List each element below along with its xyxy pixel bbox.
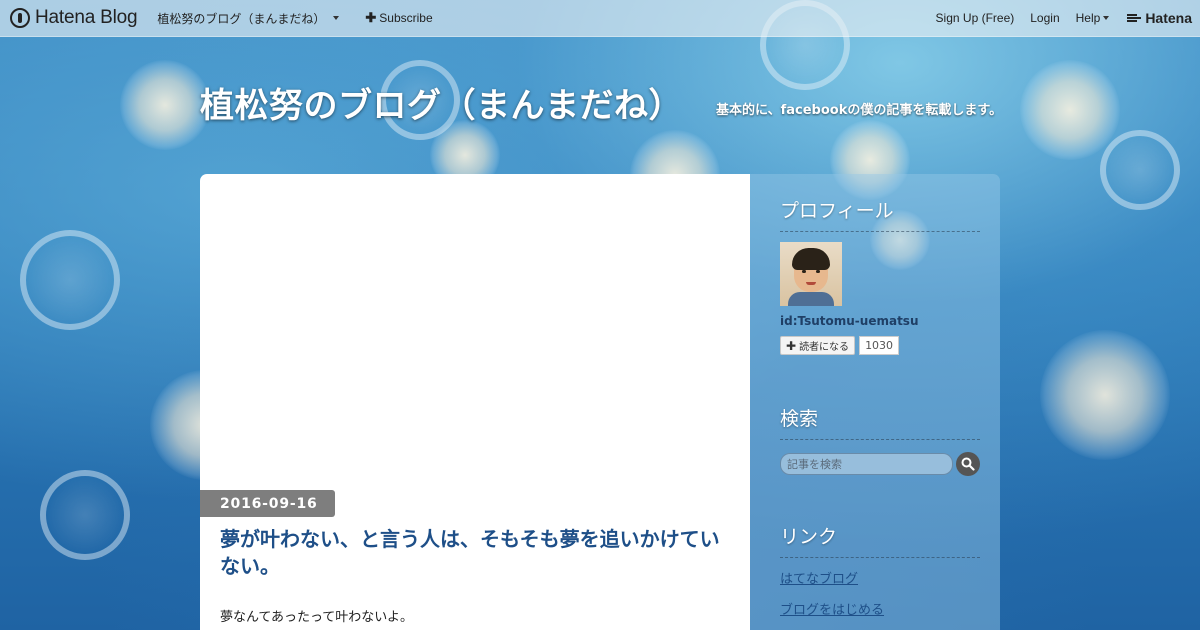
- bokeh-light: [40, 470, 130, 560]
- help-label: Help: [1075, 11, 1101, 25]
- subscribe-label: Subscribe: [379, 11, 433, 25]
- hatena-blog-logo-icon: [10, 8, 30, 28]
- bokeh-light: [20, 230, 120, 330]
- plus-icon: ✚: [365, 10, 377, 25]
- chevron-down-icon: [333, 16, 340, 20]
- bokeh-light: [1040, 330, 1170, 460]
- reader-row: ✚ 読者になる 1030: [780, 336, 980, 355]
- search-input[interactable]: [780, 453, 954, 475]
- profile-title: プロフィール: [780, 196, 980, 232]
- entry-date[interactable]: 2016-09-16: [200, 490, 335, 517]
- link-start-blog[interactable]: ブログをはじめる: [780, 599, 980, 618]
- login-link[interactable]: Login: [1030, 11, 1059, 25]
- entry-title[interactable]: 夢が叶わない、と言う人は、そもそも夢を追いかけていない。: [220, 526, 735, 580]
- sidebar: プロフィール id:Tsutomu-uematsu ✚ 読者になる 1030 検…: [750, 174, 1000, 630]
- subscribe-button[interactable]: ✚ Subscribe: [365, 10, 432, 26]
- hatena-logo[interactable]: Hatena: [1127, 10, 1192, 26]
- profile-user-id[interactable]: id:Tsutomu-uematsu: [780, 314, 980, 328]
- become-reader-button[interactable]: ✚ 読者になる: [780, 336, 856, 355]
- blog-title[interactable]: 植松努のブログ（まんまだね）: [200, 78, 683, 127]
- search-row: [780, 452, 980, 476]
- links-title: リンク: [780, 522, 980, 558]
- blog-selector-label: 植松努のブログ（まんまだね）: [157, 11, 326, 26]
- bokeh-light: [1020, 60, 1120, 160]
- become-reader-label: 読者になる: [799, 342, 850, 353]
- blog-description: 基本的に、facebookの僕の記事を転載します。: [716, 103, 1003, 118]
- navbar-right: Sign Up (Free) Login Help Hatena: [920, 10, 1192, 26]
- hatena-blog-logo[interactable]: Hatena Blog: [10, 7, 138, 29]
- link-hatena-blog[interactable]: はてなブログ: [780, 568, 980, 587]
- chevron-down-icon: [1103, 16, 1110, 20]
- plus-icon: ✚: [786, 338, 797, 353]
- global-navbar: Hatena Blog 植松努のブログ（まんまだね） ✚ Subscribe S…: [0, 0, 1200, 37]
- bokeh-light: [1100, 130, 1180, 210]
- search-button[interactable]: [956, 452, 980, 476]
- avatar[interactable]: [780, 242, 842, 306]
- search-title: 検索: [780, 404, 980, 440]
- links-module: リンク はてなブログ ブログをはじめる: [780, 522, 980, 618]
- bokeh-light: [120, 60, 210, 150]
- profile-module: プロフィール id:Tsutomu-uematsu ✚ 読者になる 1030: [780, 196, 980, 355]
- main-content: 2016-09-16 夢が叶わない、と言う人は、そもそも夢を追いかけていない。 …: [200, 174, 750, 630]
- signup-link[interactable]: Sign Up (Free): [936, 11, 1015, 25]
- search-icon: [961, 457, 975, 471]
- entry-body: 夢なんてあったって叶わないよ。: [220, 610, 414, 625]
- help-dropdown[interactable]: Help: [1076, 11, 1110, 25]
- hatena-logo-icon: [1127, 13, 1142, 23]
- logo-text: Hatena Blog: [35, 7, 138, 28]
- search-module: 検索: [780, 404, 980, 476]
- blog-selector-dropdown[interactable]: 植松努のブログ（まんまだね）: [157, 10, 340, 27]
- hatena-logo-text: Hatena: [1145, 10, 1192, 26]
- reader-count: 1030: [859, 336, 900, 355]
